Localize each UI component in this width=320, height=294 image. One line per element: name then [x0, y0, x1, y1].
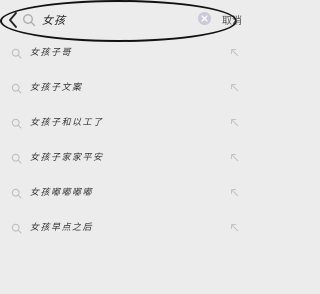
search-icon	[11, 118, 22, 129]
list-item[interactable]: 女孩子和以工了	[0, 105, 250, 140]
arrow-up-left-icon[interactable]	[230, 48, 239, 57]
list-item[interactable]: 女孩嘟嘟嘟嘟	[0, 175, 250, 210]
search-input[interactable]: 女孩	[42, 12, 217, 28]
chevron-left-icon	[9, 12, 17, 28]
search-header: 女孩 取消	[0, 0, 250, 42]
suggestion-text: 女孩子和以工了	[30, 118, 104, 128]
search-field[interactable]: 女孩	[22, 10, 217, 30]
clear-icon	[201, 15, 208, 22]
arrow-up-left-icon[interactable]	[230, 83, 239, 92]
arrow-up-left-icon[interactable]	[230, 223, 239, 232]
list-item[interactable]: 女孩子家家平安	[0, 140, 250, 175]
search-icon	[11, 153, 22, 164]
list-item[interactable]: 女孩子文案	[0, 70, 250, 105]
suggestion-text: 女孩子家家平安	[30, 153, 104, 163]
search-icon	[11, 83, 22, 94]
cancel-button[interactable]: 取消	[222, 12, 242, 27]
arrow-up-left-icon[interactable]	[230, 118, 239, 127]
suggestion-list: 女孩子哥 女孩子文案 女孩子和以工了 女孩子家家平安 女孩嘟嘟嘟嘟 女孩早点之后	[0, 35, 250, 245]
list-item[interactable]: 女孩子哥	[0, 35, 250, 70]
suggestion-text: 女孩子哥	[30, 48, 73, 58]
suggestion-text: 女孩嘟嘟嘟嘟	[30, 188, 94, 198]
arrow-up-left-icon[interactable]	[230, 188, 239, 197]
search-icon	[11, 188, 22, 199]
search-icon	[11, 48, 22, 59]
search-icon	[11, 223, 22, 234]
arrow-up-left-icon[interactable]	[230, 153, 239, 162]
search-icon	[22, 13, 36, 27]
list-item[interactable]: 女孩早点之后	[0, 210, 250, 245]
suggestion-text: 女孩早点之后	[30, 223, 94, 233]
back-button[interactable]	[4, 8, 22, 32]
suggestion-text: 女孩子文案	[30, 83, 83, 93]
clear-button[interactable]	[198, 12, 211, 25]
search-screen: 女孩 取消 女孩子哥 女孩子文案 女孩子和以工了 女孩子家家平安 女孩嘟嘟嘟嘟 …	[0, 0, 250, 294]
